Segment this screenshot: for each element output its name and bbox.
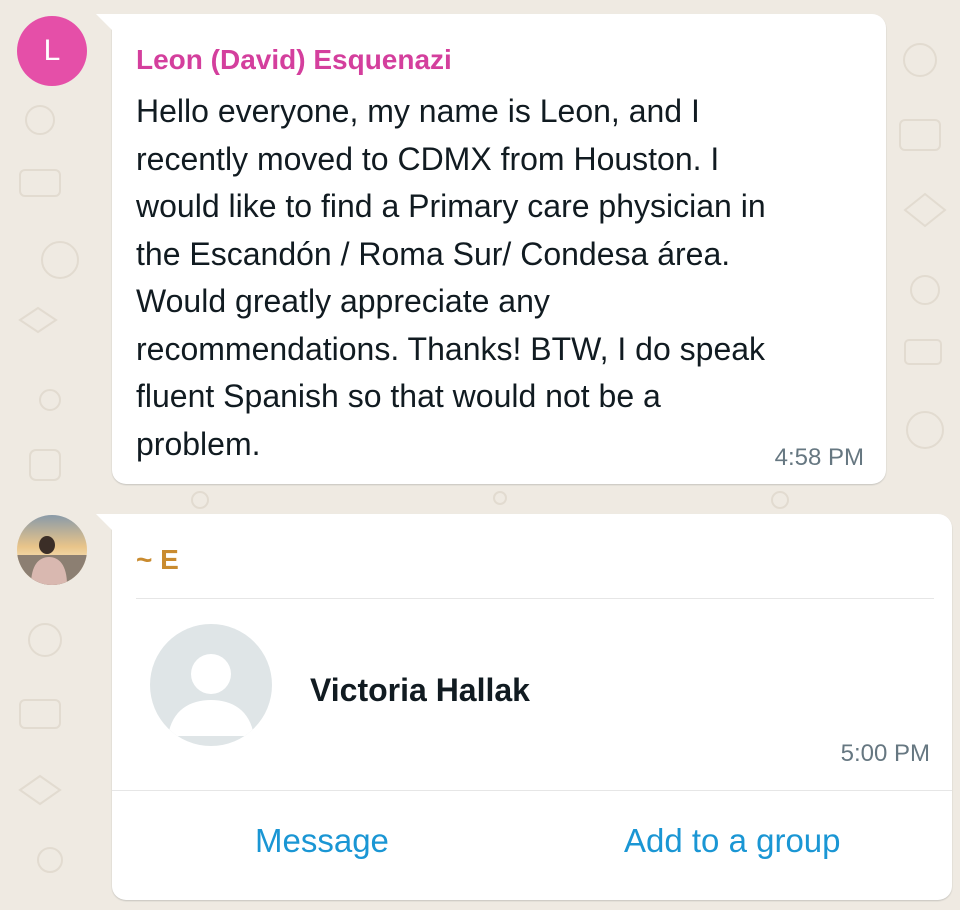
divider — [112, 790, 952, 791]
message-text: Hello everyone, my name is Leon, and I r… — [136, 93, 766, 462]
sender-name[interactable]: Leon (David) Esquenazi — [136, 44, 452, 76]
message-timestamp: 4:58 PM — [774, 444, 864, 471]
add-to-group-button[interactable]: Add to a group — [624, 822, 841, 860]
contact-card-bubble[interactable]: ~ E Victoria Hallak 5:00 PM Message Add … — [96, 514, 952, 900]
bubble-tail — [96, 14, 118, 36]
sender-name[interactable]: ~ E — [136, 544, 179, 576]
avatar-letter: L — [43, 34, 61, 67]
profile-photo-icon — [17, 515, 87, 585]
contact-name[interactable]: Victoria Hallak — [310, 672, 530, 709]
divider — [136, 598, 934, 599]
person-silhouette-icon[interactable] — [150, 624, 272, 746]
message-contact-button[interactable]: Message — [255, 822, 389, 860]
bubble-tail — [96, 514, 118, 536]
message-bubble[interactable]: Leon (David) Esquenazi Hello everyone, m… — [96, 14, 886, 484]
sender-avatar-photo[interactable] — [17, 515, 87, 585]
sender-avatar[interactable]: L — [17, 16, 87, 86]
message-timestamp: 5:00 PM — [840, 740, 930, 767]
